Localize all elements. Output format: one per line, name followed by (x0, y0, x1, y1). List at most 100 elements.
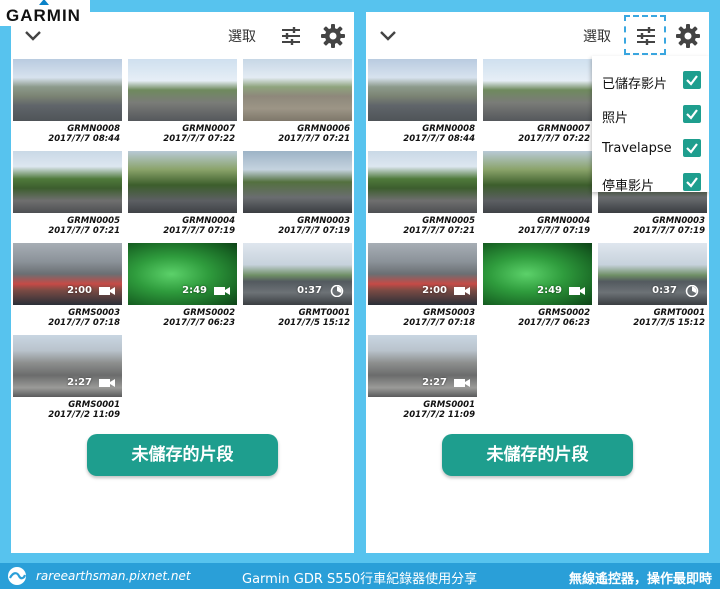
duration-label: 0:37 (297, 285, 322, 296)
filter-item-photos[interactable]: 照片 (592, 100, 709, 130)
media-thumbnail[interactable]: 0:37 (598, 243, 707, 305)
media-caption: GRMN0008 2017/7/7 08:44 (368, 121, 477, 144)
video-camera-icon (99, 379, 115, 387)
media-caption: GRMN0008 2017/7/7 08:44 (13, 121, 122, 144)
media-thumbnail[interactable] (128, 59, 237, 121)
media-caption: GRMN0003 2017/7/7 07:19 (243, 213, 352, 236)
media-tile[interactable]: GRMN0003 2017/7/7 07:19 (243, 151, 352, 236)
chevron-down-icon[interactable] (378, 25, 398, 45)
select-button[interactable]: 選取 (583, 26, 611, 46)
media-tile[interactable]: GRMN0005 2017/7/7 07:21 (368, 151, 477, 236)
media-tile[interactable]: 2:00 GRMS0003 2017/7/7 07:18 (368, 243, 477, 328)
footer-site-link[interactable]: rareearthsman.pixnet.net (36, 569, 191, 583)
gear-icon[interactable] (320, 23, 346, 49)
media-caption: GRMN0004 2017/7/7 07:19 (483, 213, 592, 236)
media-tile[interactable]: 2:27 GRMS0001 2017/7/2 11:09 (368, 335, 477, 420)
media-tile[interactable]: GRMN00062017/7/7 07:21 (243, 59, 352, 144)
media-thumbnail[interactable] (368, 59, 477, 121)
gallery-screen-right: 選取 GRMN0008 2017/7/7 08:44 GRMN0007 2017/7/… (366, 12, 709, 553)
media-caption: GRMN0005 2017/7/7 07:21 (13, 213, 122, 236)
media-thumbnail[interactable] (13, 151, 122, 213)
gear-icon[interactable] (675, 23, 701, 49)
garmin-logo: GARMIN (0, 0, 90, 26)
filter-menu: 已儲存影片 照片 Travelapse 停車影片 (592, 56, 709, 194)
media-date: 2017/7/7 07:22 (163, 134, 235, 144)
media-thumbnail[interactable] (243, 151, 352, 213)
media-tile[interactable]: GRMN0004 2017/7/7 07:19 (483, 151, 592, 236)
media-tile[interactable]: GRMN0008 2017/7/7 08:44 (368, 59, 477, 144)
media-thumbnail[interactable] (483, 151, 592, 213)
media-date: 2017/7/7 07:21 (278, 134, 350, 144)
media-caption: GRMS0001 2017/7/2 11:09 (368, 397, 477, 420)
sliders-icon[interactable] (279, 24, 303, 48)
media-date: 2017/7/7 06:23 (518, 318, 590, 328)
duration-label: 2:00 (67, 285, 92, 296)
gallery-screen-left: 選取 GRMN0008 2017/7/7 08:44 GRMN0007 2017/7/… (11, 12, 354, 553)
travelapse-icon (685, 285, 699, 297)
media-thumbnail[interactable] (483, 59, 592, 121)
footer-title: Garmin GDR S550行車紀錄器使用分享 (242, 572, 478, 587)
checkbox-checked-icon[interactable] (683, 71, 701, 89)
media-thumbnail[interactable]: 0:37 (243, 243, 352, 305)
media-filename: GRMN0008 (422, 124, 475, 134)
media-thumbnail[interactable]: 2:49 (483, 243, 592, 305)
media-tile[interactable]: 2:49 GRMS0002 2017/7/7 06:23 (483, 243, 592, 328)
media-date: 2017/7/7 07:21 (403, 226, 475, 236)
filter-item-saved-videos[interactable]: 已儲存影片 (592, 66, 709, 96)
select-button[interactable]: 選取 (228, 26, 256, 46)
media-filename: GRMN0005 (67, 216, 120, 226)
media-date: 2017/7/7 07:18 (48, 318, 120, 328)
media-thumbnail[interactable] (243, 59, 352, 121)
media-tile[interactable]: GRMN0007 2017/7/7 07:22 (128, 59, 237, 144)
travelapse-icon (330, 285, 344, 297)
media-tile[interactable]: 2:27 GRMS0001 2017/7/2 11:09 (13, 335, 122, 420)
media-tile[interactable]: 2:49 GRMS0002 2017/7/7 06:23 (128, 243, 237, 328)
media-thumbnail[interactable] (128, 151, 237, 213)
media-caption: GRMN0007 2017/7/7 07:22 (483, 121, 592, 144)
unsaved-clips-button[interactable]: 未儲存的片段 (442, 434, 633, 476)
filter-item-label: Travelapse (602, 141, 672, 156)
checkbox-checked-icon[interactable] (683, 173, 701, 191)
footer-tagline: 無線遙控器，操作最即時 (568, 572, 712, 587)
media-thumbnail[interactable]: 2:00 (13, 243, 122, 305)
media-tile[interactable]: GRMN0005 2017/7/7 07:21 (13, 151, 122, 236)
media-caption: GRMS0002 2017/7/7 06:23 (483, 305, 592, 328)
media-thumbnail[interactable] (368, 151, 477, 213)
media-thumbnail[interactable]: 2:00 (368, 243, 477, 305)
media-thumbnail[interactable] (13, 59, 122, 121)
chevron-down-icon[interactable] (23, 25, 43, 45)
media-tile[interactable]: GRMN0008 2017/7/7 08:44 (13, 59, 122, 144)
media-filename: GRMS0002 (538, 308, 590, 318)
media-filename: GRMN0004 (537, 216, 590, 226)
media-caption: GRMS0003 2017/7/7 07:18 (13, 305, 122, 328)
unsaved-clips-button[interactable]: 未儲存的片段 (87, 434, 278, 476)
media-date: 2017/7/7 07:22 (518, 134, 590, 144)
checkbox-checked-icon[interactable] (683, 139, 701, 157)
filter-item-label: 照片 (602, 111, 629, 126)
media-tile[interactable]: 2:00 GRMS0003 2017/7/7 07:18 (13, 243, 122, 328)
duration-label: 2:27 (422, 377, 447, 388)
media-date: 2017/7/7 07:19 (278, 226, 350, 236)
media-thumbnail[interactable]: 2:27 (13, 335, 122, 397)
duration-label: 2:49 (537, 285, 562, 296)
footer-banner: rareearthsman.pixnet.net Garmin GDR S550… (0, 563, 720, 589)
media-date: 2017/7/7 07:18 (403, 318, 475, 328)
checkbox-checked-icon[interactable] (683, 105, 701, 123)
media-date: 2017/7/2 11:09 (403, 410, 475, 420)
top-bar: 選取 (366, 12, 709, 58)
media-tile[interactable]: 0:37 GRMT0001 2017/7/5 15:12 (243, 243, 352, 328)
filter-item-travelapse[interactable]: Travelapse (592, 134, 709, 164)
media-tile[interactable]: GRMN0007 2017/7/7 07:22 (483, 59, 592, 144)
media-filename: GRMS0003 (68, 308, 120, 318)
media-tile[interactable]: GRMN0004 2017/7/7 07:19 (128, 151, 237, 236)
wave-logo-icon (8, 567, 27, 585)
media-date: 2017/7/7 07:19 (163, 226, 235, 236)
media-date: 2017/7/7 07:19 (633, 226, 705, 236)
media-thumbnail[interactable]: 2:49 (128, 243, 237, 305)
media-caption: GRMN0005 2017/7/7 07:21 (368, 213, 477, 236)
filter-item-parking-videos[interactable]: 停車影片 (592, 168, 709, 198)
media-thumbnail[interactable]: 2:27 (368, 335, 477, 397)
media-filename: GRMS0003 (423, 308, 475, 318)
media-tile[interactable]: 0:37 GRMT0001 2017/7/5 15:12 (598, 243, 707, 328)
sliders-icon[interactable] (634, 24, 658, 48)
